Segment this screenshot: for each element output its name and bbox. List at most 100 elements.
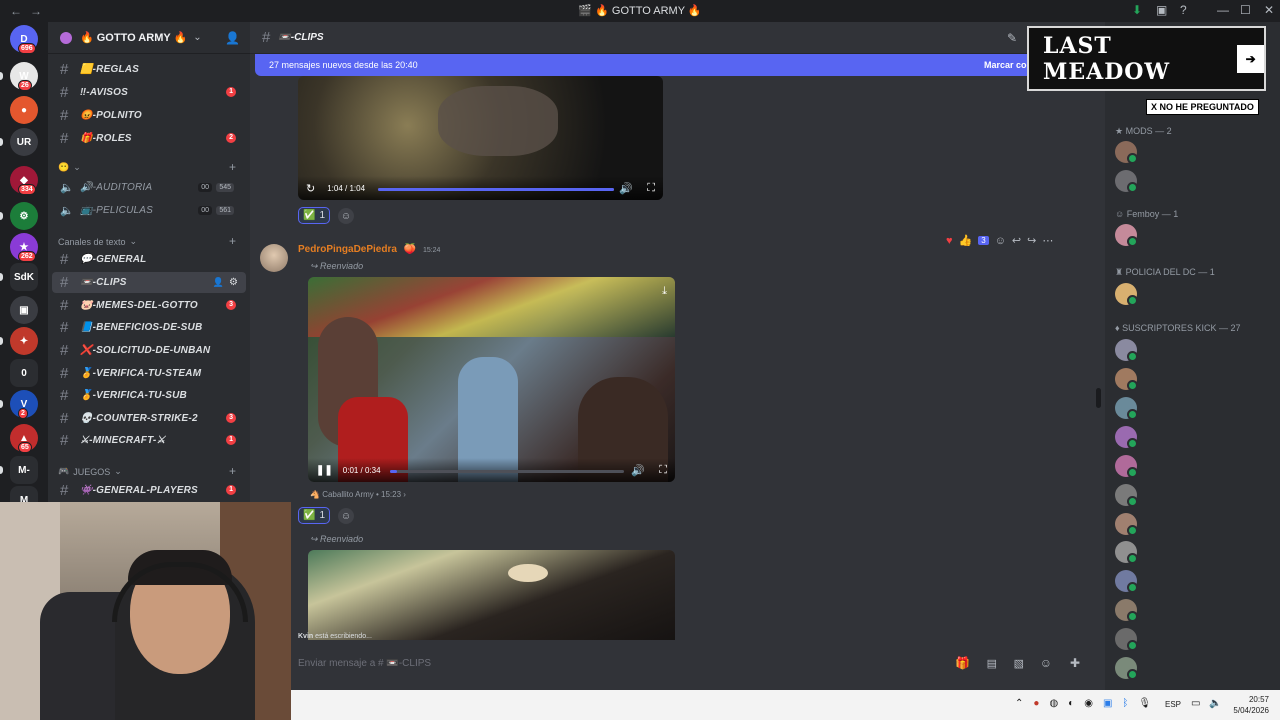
member-item[interactable] [1115, 567, 1277, 595]
video-progress-2[interactable] [390, 470, 624, 473]
voice-channel-item[interactable]: 🔈 🔊-AUDITORIA 00 545 [52, 177, 246, 198]
reaction-checkmark[interactable]: ✅ 1 [298, 207, 331, 224]
member-item[interactable] [1115, 452, 1277, 480]
volume-icon[interactable]: 🔊 [631, 464, 645, 477]
scrollbar-thumb[interactable] [1096, 388, 1101, 408]
channel-item[interactable]: # ⚔-MINECRAFT-⚔ 1 [52, 430, 246, 451]
member-item[interactable] [1115, 221, 1277, 249]
add-reaction-icon[interactable]: ☺ [338, 508, 354, 524]
channel-item[interactable]: # 💬-GENERAL [52, 249, 246, 270]
replay-icon[interactable]: ↻ [306, 182, 315, 195]
add-reaction-icon[interactable]: ☺ [995, 235, 1006, 247]
pause-icon[interactable]: ❚❚ [316, 465, 333, 476]
channel-item[interactable]: # ‼-AVISOS 1 [52, 82, 246, 103]
reply-icon[interactable]: ↩ [1012, 234, 1021, 247]
category-voice[interactable]: 😶 ⌄ [58, 162, 81, 173]
network-icon[interactable]: ▭ [1191, 698, 1200, 709]
member-item[interactable] [1115, 481, 1277, 509]
toolbar-counter[interactable]: 3 [978, 236, 989, 245]
add-member-icon[interactable]: 👤 [225, 31, 240, 45]
bluetooth-icon[interactable]: ᛒ [1122, 698, 1128, 709]
channel-item[interactable]: # 👾-GENERAL-PLAYERS 1 [52, 480, 246, 501]
gear-icon[interactable]: ⚙ [229, 277, 238, 288]
channel-item[interactable]: # 🏅-VERIFICA-TU-SUB [52, 385, 246, 406]
download-icon[interactable]: ⤓ [662, 285, 667, 298]
server-icon[interactable]: M- [10, 456, 38, 484]
channel-item[interactable]: # 🟨-REGLAS [52, 59, 246, 80]
channel-item[interactable]: # 🏅-VERIFICA-TU-STEAM [52, 363, 246, 384]
video-player-3[interactable] [308, 550, 675, 640]
server-header[interactable]: 🔥 GOTTO ARMY 🔥 ⌄ 👤 [48, 22, 250, 54]
microphone-icon[interactable]: 🎙 [1138, 698, 1151, 709]
volume-icon[interactable]: 🔈 [1209, 698, 1221, 709]
server-icon[interactable]: ▣ [10, 296, 38, 324]
server-icon[interactable]: ● [10, 96, 38, 124]
server-icon[interactable]: 0 [10, 359, 38, 387]
minimize-button[interactable]: — [1217, 3, 1229, 17]
server-icon[interactable]: ⚙ [10, 202, 38, 230]
clock[interactable]: 20:57 5/04/2026 [1227, 694, 1269, 716]
threads-icon[interactable]: ✎ [1007, 31, 1017, 45]
maximize-button[interactable]: ☐ [1240, 3, 1251, 17]
avatar[interactable] [260, 244, 288, 272]
forward-icon[interactable]: ↪ [1027, 234, 1036, 247]
video-player-1[interactable]: ↻ 1:04 / 1:04 🔊 ⛶ [298, 76, 663, 200]
voice-channel-item[interactable]: 🔈 📺-PELICULAS 00 561 [52, 200, 246, 221]
tray-app-icon[interactable]: ● [1033, 698, 1039, 709]
tray-app-icon[interactable]: ◐ [1068, 698, 1074, 709]
channel-item[interactable]: # 💀-COUNTER-STRIKE-2 3 [52, 408, 246, 429]
sticker-icon[interactable]: ▧ [1014, 657, 1024, 670]
fullscreen-icon[interactable]: ⛶ [647, 182, 655, 195]
channel-item[interactable]: # ❌-SOLICITUD-DE-UNBAN [52, 340, 246, 361]
forward-source[interactable]: 🐴 Caballito Army • 15:23 › [310, 490, 406, 499]
gift-icon[interactable]: 🎁 [955, 656, 970, 670]
member-item[interactable] [1115, 625, 1277, 653]
volume-icon[interactable]: 🔊 [619, 182, 633, 195]
category-text[interactable]: Canales de texto ⌄ [58, 236, 137, 247]
channel-item[interactable]: # 🐷-MEMES-DEL-GOTTO 3 [52, 295, 246, 316]
new-messages-bar[interactable]: 27 mensajes nuevos desde las 20:40 Marca… [255, 54, 1075, 76]
member-item[interactable] [1115, 538, 1277, 566]
member-item[interactable] [1115, 654, 1277, 682]
invite-icon[interactable]: 👤 [213, 277, 224, 288]
channel-item[interactable]: # 📘-BENEFICIOS-DE-SUB [52, 317, 246, 338]
inbox-icon[interactable]: ▣ [1156, 3, 1167, 17]
server-icon[interactable]: UR [10, 128, 38, 156]
fullscreen-icon[interactable]: ⛶ [659, 464, 667, 477]
add-reaction-icon[interactable]: ☺ [338, 208, 354, 224]
channel-item[interactable]: # 📼-CLIPS 👤 ⚙ [52, 272, 246, 293]
channel-item[interactable]: # 😡-POLNITO [52, 105, 246, 126]
tray-app-icon[interactable]: ◍ [1049, 698, 1058, 709]
close-button[interactable]: ✕ [1264, 3, 1274, 17]
language-indicator[interactable]: ESP [1165, 700, 1181, 709]
apps-icon[interactable]: ✚ [1070, 656, 1080, 670]
member-item[interactable] [1115, 365, 1277, 393]
server-icon[interactable]: SdK [10, 263, 38, 291]
heart-icon[interactable]: ♥ [946, 235, 953, 247]
member-item[interactable] [1115, 510, 1277, 538]
member-item[interactable] [1115, 280, 1277, 308]
member-item[interactable] [1115, 336, 1277, 364]
steam-icon[interactable]: ◉ [1084, 698, 1093, 709]
reaction-checkmark[interactable]: ✅ 1 [298, 507, 331, 524]
member-item[interactable] [1115, 423, 1277, 451]
member-item[interactable] [1115, 596, 1277, 624]
server-icon[interactable]: ✦ [10, 327, 38, 355]
add-channel-icon[interactable]: + [229, 234, 236, 248]
member-item[interactable] [1115, 394, 1277, 422]
update-icon[interactable]: ⬇ [1132, 3, 1142, 17]
member-item[interactable] [1115, 138, 1277, 166]
video-player-2[interactable]: ⤓ ❚❚ 0:01 / 0:34 🔊 ⛶ [308, 277, 675, 482]
add-channel-icon[interactable]: + [229, 160, 236, 174]
channel-item[interactable]: # 🎁-ROLES 2 [52, 128, 246, 149]
gif-icon[interactable]: ▤ [987, 657, 997, 670]
emoji-icon[interactable]: ☺ [1040, 656, 1052, 670]
member-item[interactable] [1115, 167, 1277, 195]
video-progress-1[interactable] [378, 188, 614, 191]
help-icon[interactable]: ? [1180, 3, 1187, 17]
tray-app-icon[interactable]: ▣ [1103, 698, 1112, 709]
add-channel-icon[interactable]: + [229, 464, 236, 478]
author-name[interactable]: PedroPingaDePiedra [298, 244, 397, 255]
chevron-up-icon[interactable]: ⌃ [1015, 698, 1023, 709]
category-games[interactable]: 🎮 JUEGOS ⌄ [58, 466, 122, 477]
